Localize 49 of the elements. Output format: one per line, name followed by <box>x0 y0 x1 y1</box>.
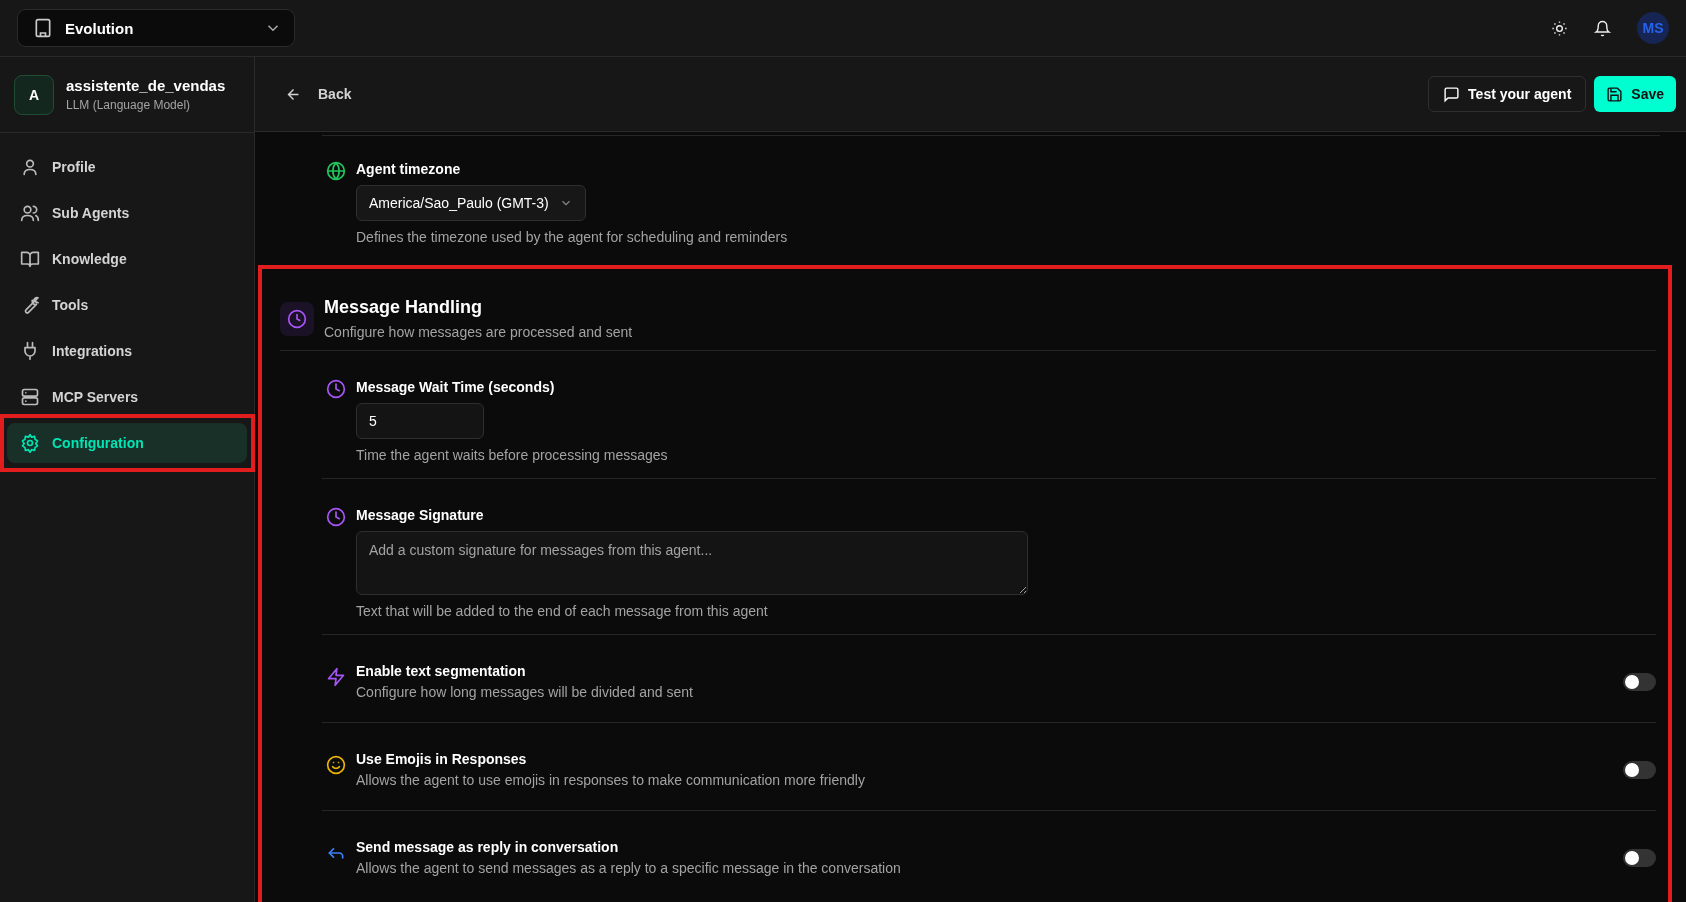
clock-icon <box>280 301 314 336</box>
agent-name: assistente_de_vendas <box>66 77 226 94</box>
toggle-switch[interactable] <box>1623 672 1656 691</box>
field-description: Allows the agent to use emojis in responses to make communication more friendly <box>356 772 865 788</box>
sidebar-item[interactable]: Integrations <box>7 331 247 371</box>
save-button[interactable]: Save <box>1594 76 1676 112</box>
field-label: Enable text segmentation <box>356 663 526 679</box>
sidebar-item[interactable]: Profile <box>7 147 247 187</box>
bolt-icon <box>326 667 346 687</box>
workspace-selector[interactable]: Evolution <box>17 9 295 47</box>
chat-icon <box>1443 85 1461 103</box>
input-field[interactable]: 5 <box>356 403 484 439</box>
save-icon <box>1606 85 1624 103</box>
bell-icon[interactable] <box>1594 19 1611 37</box>
clock-icon <box>326 507 346 527</box>
sidebar-item[interactable]: Knowledge <box>7 239 247 279</box>
user-icon <box>20 157 40 177</box>
text-area[interactable]: Add a custom signature for messages from this agent... <box>356 531 1028 595</box>
field-label: Send message as reply in conversation <box>356 839 619 855</box>
field-description: Text that will be added to the end of each message from this agent <box>356 603 768 619</box>
field-label: Message Wait Time (seconds) <box>356 379 555 395</box>
globe-icon <box>326 161 346 181</box>
toggle-switch[interactable] <box>1623 848 1656 867</box>
field-label: Use Emojis in Responses <box>356 751 527 767</box>
book-icon <box>20 249 40 269</box>
timezone-select[interactable]: America/Sao_Paulo (GMT-3) <box>356 185 586 221</box>
test-agent-button[interactable]: Test your agent <box>1428 76 1587 112</box>
users-icon <box>20 203 40 223</box>
server-icon <box>20 387 40 407</box>
field-description: Defines the timezone used by the agent for scheduling and reminders <box>356 229 788 245</box>
sidebar-item[interactable]: Tools <box>7 285 247 325</box>
field-description: Configure how long messages will be divided and sent <box>356 684 693 700</box>
smile-icon <box>326 755 346 775</box>
section-subtitle: Configure how messages are processed and sent <box>324 324 633 340</box>
field-label: Message Signature <box>356 507 484 523</box>
field-description: Time the agent waits before processing messages <box>356 447 668 463</box>
clock-icon <box>326 379 346 399</box>
field-description: Allows the agent to send messages as a reply to a specific message in the conversation <box>356 860 901 876</box>
sidebar-item[interactable]: MCP Servers <box>7 377 247 417</box>
sun-icon[interactable] <box>1551 19 1568 37</box>
toggle-switch[interactable] <box>1623 760 1656 779</box>
section-title: Message Handling <box>324 297 483 318</box>
sidebar-item[interactable]: Configuration <box>7 423 247 463</box>
field-label: Agent timezone <box>356 161 461 177</box>
agent-type: LLM (Language Model) <box>66 98 192 112</box>
back-button[interactable]: Back <box>281 81 356 107</box>
gear-icon <box>20 433 40 453</box>
sidebar-item[interactable]: Sub Agents <box>7 193 247 233</box>
agent-avatar: A <box>14 74 54 115</box>
